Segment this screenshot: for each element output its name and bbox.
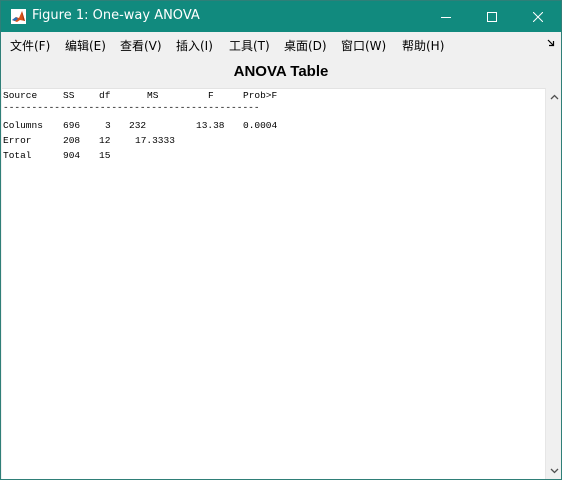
row-total-source: Total (3, 150, 32, 161)
row-total-df: 15 (99, 150, 111, 161)
scroll-down-button[interactable] (546, 462, 562, 479)
chevron-down-icon (550, 468, 558, 473)
menu-view[interactable]: 查看(V) (120, 37, 162, 54)
menu-help[interactable]: 帮助(H) (402, 37, 444, 54)
anova-text-area[interactable]: Source SS df MS F Prob>F ---------------… (2, 88, 545, 479)
menu-window[interactable]: 窗口(W) (341, 37, 386, 54)
row-columns-ms: 232 (129, 120, 147, 131)
row-columns-f: 13.38 (196, 120, 225, 131)
row-total-ss: 904 (63, 150, 81, 161)
header-prob: Prob>F (243, 90, 278, 101)
menu-insert[interactable]: 插入(I) (176, 37, 213, 54)
menu-desktop[interactable]: 桌面(D) (284, 37, 327, 54)
header-ss: SS (63, 90, 75, 101)
row-error-ss: 208 (63, 135, 81, 146)
window-title: Figure 1: One-way ANOVA (32, 8, 200, 23)
close-icon (533, 11, 543, 22)
row-columns-prob: 0.0004 (243, 120, 278, 131)
dock-arrow-icon[interactable] (546, 38, 556, 48)
minimize-button[interactable] (423, 1, 469, 32)
title-bar[interactable]: Figure 1: One-way ANOVA (1, 1, 561, 32)
row-columns-source: Columns (3, 120, 43, 131)
minimize-icon (441, 16, 451, 18)
anova-table-heading: ANOVA Table (1, 57, 561, 88)
close-button[interactable] (515, 1, 561, 32)
header-df: df (99, 90, 111, 101)
row-columns-ss: 696 (63, 120, 81, 131)
header-ms: MS (147, 90, 159, 101)
row-columns-df: 3 (105, 120, 111, 131)
matlab-logo-icon (11, 9, 26, 24)
menu-edit[interactable]: 编辑(E) (65, 37, 106, 54)
header-f: F (208, 90, 214, 101)
header-source: Source (3, 90, 38, 101)
row-error-df: 12 (99, 135, 111, 146)
figure-window: Figure 1: One-way ANOVA 文件(F) 编辑(E) 查看(V… (0, 0, 562, 480)
row-error-ms: 17.3333 (135, 135, 175, 146)
menu-bar: 文件(F) 编辑(E) 查看(V) 插入(I) 工具(T) 桌面(D) 窗口(W… (1, 32, 561, 57)
maximize-button[interactable] (469, 1, 515, 32)
row-error-source: Error (3, 135, 32, 146)
menu-tools[interactable]: 工具(T) (229, 37, 270, 54)
maximize-icon (487, 11, 497, 22)
vertical-scrollbar[interactable] (545, 88, 561, 479)
menu-file[interactable]: 文件(F) (10, 37, 50, 54)
chevron-up-icon (550, 94, 558, 99)
table-separator: ----------------------------------------… (3, 102, 260, 113)
scroll-up-button[interactable] (546, 88, 562, 105)
